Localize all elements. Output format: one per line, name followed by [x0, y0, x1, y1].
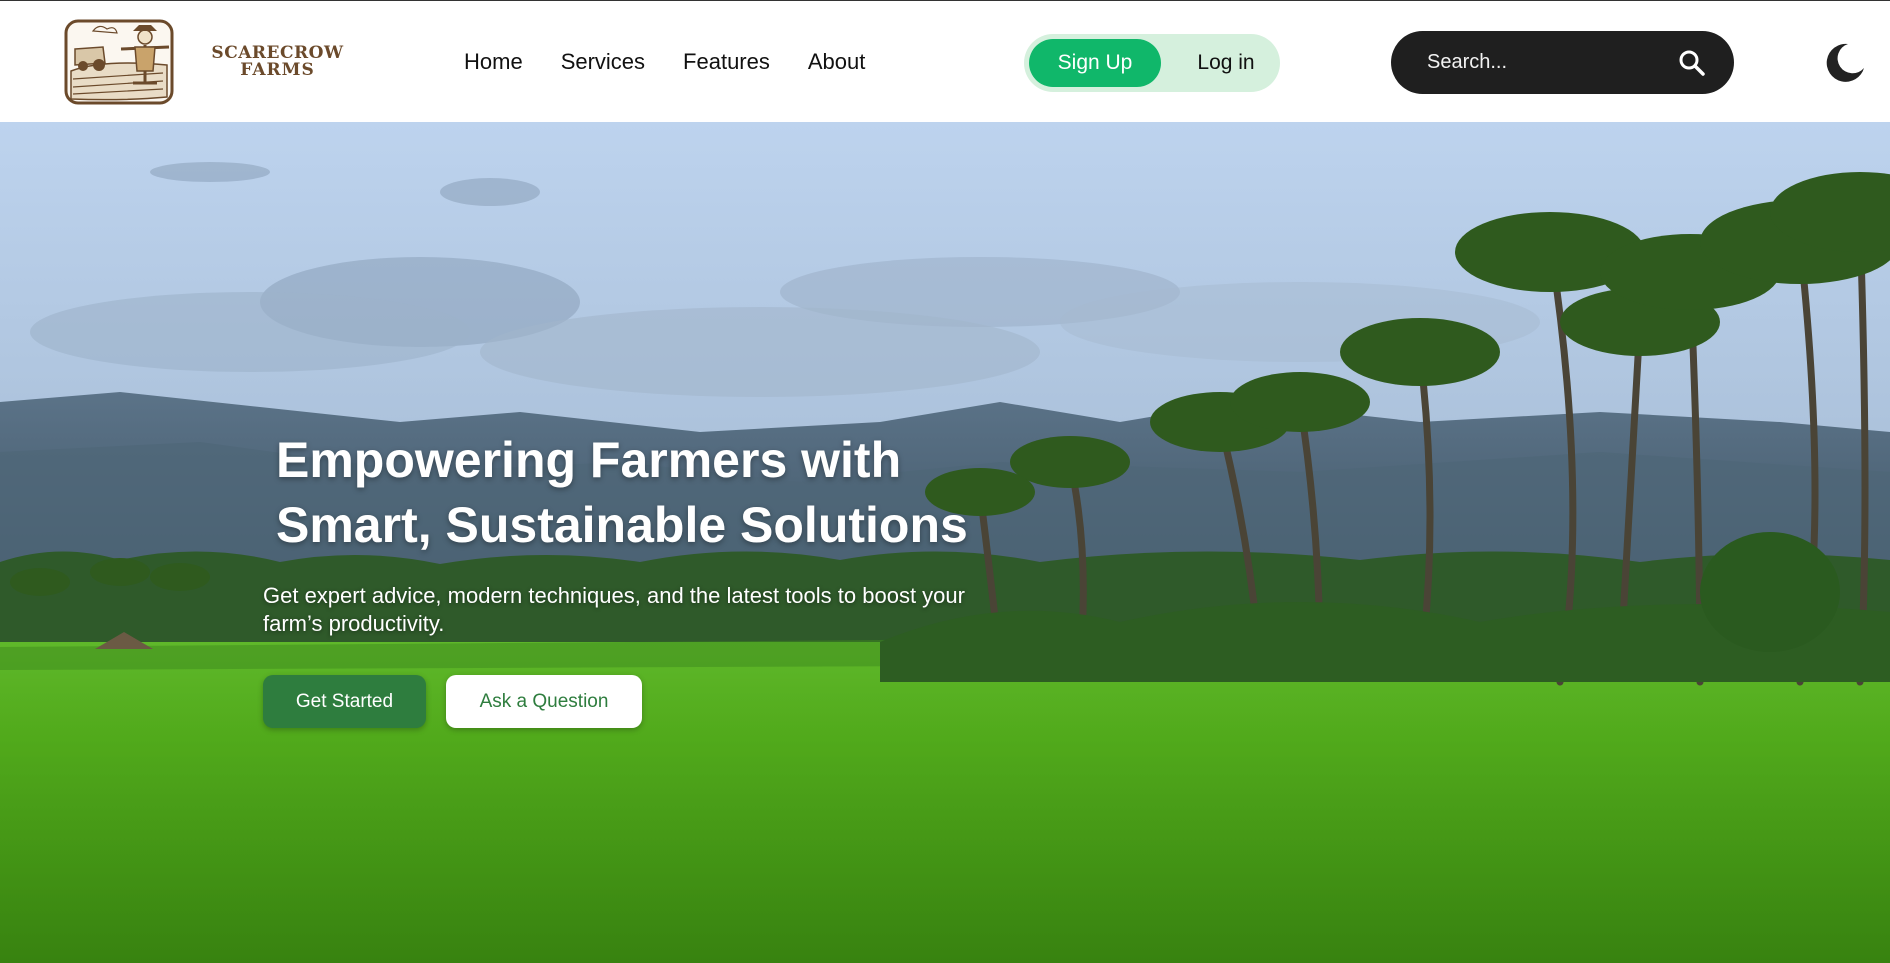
- hero-title-line-1: Empowering Farmers with: [276, 432, 902, 488]
- brand-name: SCARECROW FARMS: [208, 45, 347, 79]
- signup-button[interactable]: Sign Up: [1029, 39, 1161, 87]
- search-bar: [1391, 31, 1734, 94]
- search-input[interactable]: [1427, 47, 1667, 77]
- search-icon[interactable]: [1678, 49, 1706, 77]
- nav-about[interactable]: About: [808, 49, 866, 75]
- nav-home[interactable]: Home: [464, 49, 523, 75]
- nav-features[interactable]: Features: [683, 49, 770, 75]
- logo-icon: [64, 19, 174, 105]
- hero-section: Empowering Farmers with Smart, Sustainab…: [0, 122, 1890, 963]
- logo-link[interactable]: SCARECROW FARMS: [63, 19, 347, 105]
- ask-question-button[interactable]: Ask a Question: [446, 675, 642, 728]
- nav-services[interactable]: Services: [561, 49, 645, 75]
- site-header: SCARECROW FARMS Home Services Features A…: [0, 1, 1890, 122]
- hero-title: Empowering Farmers with Smart, Sustainab…: [276, 428, 1036, 558]
- login-button[interactable]: Log in: [1184, 39, 1268, 87]
- moon-icon[interactable]: [1824, 41, 1866, 83]
- brand-line-2: FARMS: [240, 60, 315, 80]
- get-started-button[interactable]: Get Started: [263, 675, 426, 728]
- main-nav: Home Services Features About: [464, 49, 865, 75]
- auth-group: Sign Up Log in: [1024, 34, 1280, 92]
- hero-title-line-2: Smart, Sustainable Solutions: [276, 497, 968, 553]
- hero-subtitle: Get expert advice, modern techniques, an…: [263, 583, 965, 636]
